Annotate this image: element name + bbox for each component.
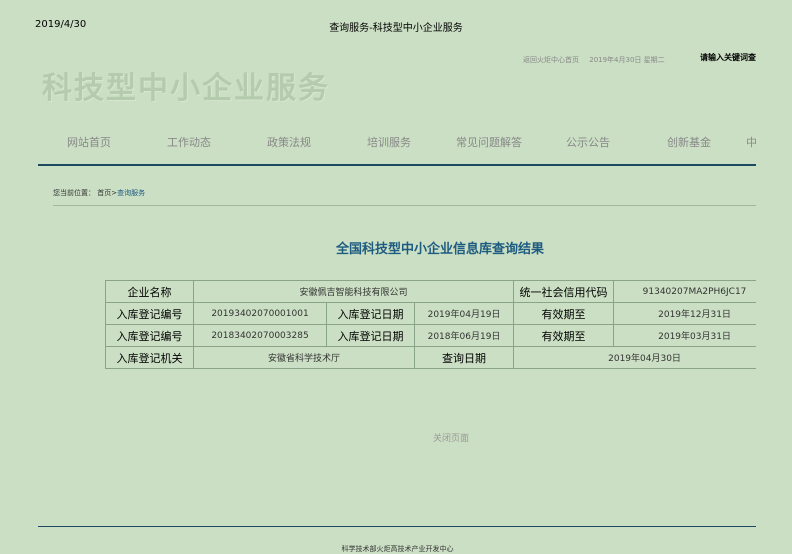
print-page-title: 查询服务-科技型中小企业服务 bbox=[329, 23, 463, 34]
nav-item-innovation-fund[interactable]: 创新基金 bbox=[667, 134, 711, 150]
authority-label: 入库登记机关 bbox=[105, 346, 194, 369]
result-table-container: 企业名称 安徽佩吉智能科技有限公司 统一社会信用代码 91340207MA2PH… bbox=[105, 280, 756, 369]
reg-no-value: 20183402070003285 bbox=[193, 324, 327, 347]
valid-until-value: 2019年12月31日 bbox=[613, 302, 756, 325]
breadcrumb-divider bbox=[53, 205, 756, 206]
table-row: 入库登记编号 20183402070003285 入库登记日期 2018年06月… bbox=[105, 324, 756, 347]
search-input[interactable]: 请输入关键词查询 bbox=[700, 52, 756, 63]
breadcrumb: 您当前位置： 首页>查询服务 bbox=[53, 188, 145, 198]
nav-item-home[interactable]: 网站首页 bbox=[67, 134, 111, 150]
nav-item-more[interactable]: 中 bbox=[746, 134, 756, 150]
top-links: 返回火炬中心首页 2019年4月30日 星期二 bbox=[523, 55, 673, 65]
credit-code-label: 统一社会信用代码 bbox=[513, 280, 615, 303]
valid-until-label: 有效期至 bbox=[513, 302, 615, 325]
reg-no-label: 入库登记编号 bbox=[105, 302, 194, 325]
nav-item-faq[interactable]: 常见问题解答 bbox=[456, 134, 522, 150]
company-name-value: 安徽佩吉智能科技有限公司 bbox=[192, 280, 515, 303]
query-date-value: 2019年04月30日 bbox=[513, 346, 756, 369]
result-title: 全国科技型中小企业信息库查询结果 bbox=[335, 242, 544, 257]
nav-item-announcements[interactable]: 公示公告 bbox=[566, 134, 610, 150]
reg-date-value: 2019年04月19日 bbox=[413, 302, 515, 325]
current-date: 2019年4月30日 星期二 bbox=[589, 56, 665, 64]
breadcrumb-current[interactable]: 查询服务 bbox=[117, 189, 145, 197]
nav-item-training[interactable]: 培训服务 bbox=[367, 134, 411, 150]
authority-value: 安徽省科学技术厅 bbox=[193, 346, 415, 369]
main-nav: 网站首页 工作动态 政策法规 培训服务 常见问题解答 公示公告 创新基金 中 bbox=[38, 128, 756, 166]
table-row: 入库登记编号 20193402070001001 入库登记日期 2019年04月… bbox=[105, 302, 756, 325]
result-table: 企业名称 安徽佩吉智能科技有限公司 统一社会信用代码 91340207MA2PH… bbox=[105, 280, 756, 369]
close-page-link[interactable]: 关闭页面 bbox=[433, 431, 469, 444]
reg-date-label: 入库登记日期 bbox=[326, 302, 415, 325]
site-logo: 科技型中小企业服务 bbox=[42, 71, 330, 106]
reg-date-label: 入库登记日期 bbox=[326, 324, 415, 347]
nav-item-policies[interactable]: 政策法规 bbox=[267, 134, 311, 150]
footer-divider bbox=[38, 526, 756, 527]
reg-date-value: 2018年06月19日 bbox=[413, 324, 515, 347]
reg-no-value: 20193402070001001 bbox=[193, 302, 327, 325]
reg-no-label: 入库登记编号 bbox=[105, 324, 194, 347]
credit-code-value: 91340207MA2PH6JC17 bbox=[613, 280, 756, 303]
valid-until-value: 2019年03月31日 bbox=[613, 324, 756, 347]
table-row: 入库登记机关 安徽省科学技术厅 查询日期 2019年04月30日 bbox=[105, 346, 756, 369]
breadcrumb-home-link[interactable]: 首页 bbox=[97, 189, 111, 197]
breadcrumb-prefix: 您当前位置： bbox=[53, 189, 95, 197]
back-home-link[interactable]: 返回火炬中心首页 bbox=[523, 56, 579, 64]
footer-text: 科学技术部火炬高技术产业开发中心 bbox=[341, 545, 454, 553]
valid-until-label: 有效期至 bbox=[513, 324, 615, 347]
company-name-label: 企业名称 bbox=[105, 280, 194, 303]
table-row: 企业名称 安徽佩吉智能科技有限公司 统一社会信用代码 91340207MA2PH… bbox=[105, 280, 756, 303]
query-date-label: 查询日期 bbox=[413, 346, 515, 369]
nav-item-work-news[interactable]: 工作动态 bbox=[167, 134, 211, 150]
